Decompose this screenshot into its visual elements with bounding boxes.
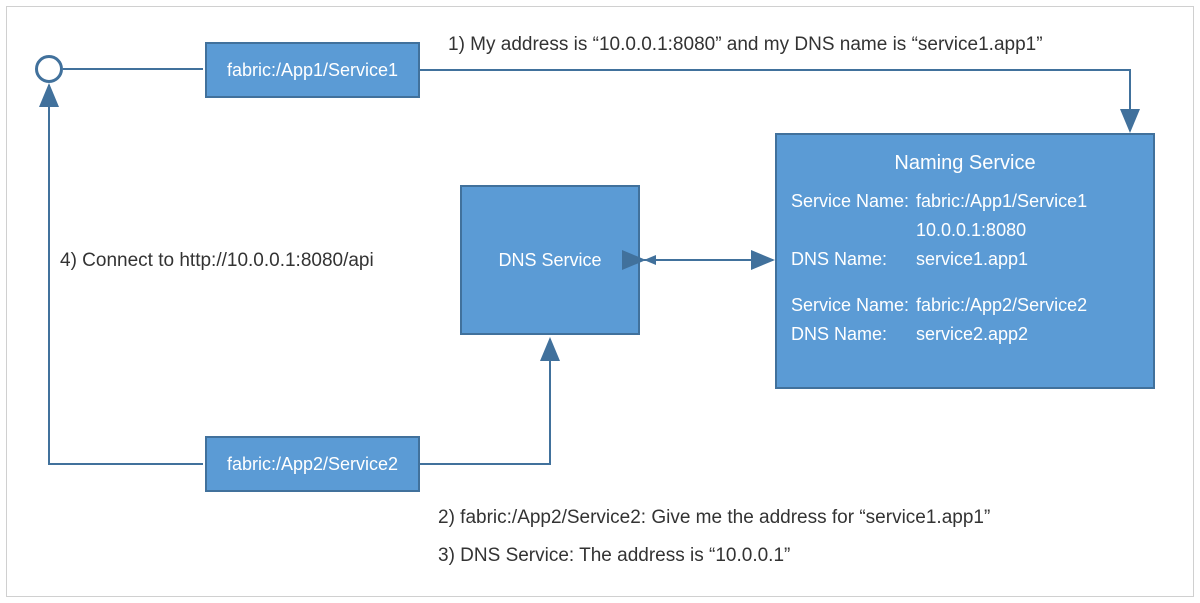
naming-row0-val: fabric:/App1/Service1 [916, 187, 1087, 216]
step4-text: 4) Connect to http://10.0.0.1:8080/api [60, 250, 374, 272]
step2-text: 2) fabric:/App2/Service2: Give me the ad… [438, 507, 990, 529]
naming-row1-lbl [791, 216, 916, 245]
service1-label: fabric:/App1/Service1 [227, 60, 398, 81]
naming-row0-lbl: Service Name: [791, 187, 916, 216]
start-node [35, 55, 63, 83]
naming-row2-val: service1.app1 [916, 245, 1028, 274]
service1-box: fabric:/App1/Service1 [205, 42, 420, 98]
step3-text: 3) DNS Service: The address is “10.0.0.1… [438, 545, 790, 567]
service2-label: fabric:/App2/Service2 [227, 454, 398, 475]
naming-row2-lbl: DNS Name: [791, 245, 916, 274]
dns-box: DNS Service [460, 185, 640, 335]
naming-row5-lbl: DNS Name: [791, 320, 916, 349]
naming-row3-lbl [791, 273, 916, 291]
naming-row4-lbl: Service Name: [791, 291, 916, 320]
naming-row4-val: fabric:/App2/Service2 [916, 291, 1087, 320]
naming-row5-val: service2.app2 [916, 320, 1028, 349]
dns-label: DNS Service [498, 250, 601, 271]
step1-text: 1) My address is “10.0.0.1:8080” and my … [448, 34, 1043, 56]
naming-title: Naming Service [791, 147, 1139, 179]
service2-box: fabric:/App2/Service2 [205, 436, 420, 492]
naming-box: Naming Service Service Name:fabric:/App1… [775, 133, 1155, 389]
naming-row1-val: 10.0.0.1:8080 [916, 216, 1026, 245]
